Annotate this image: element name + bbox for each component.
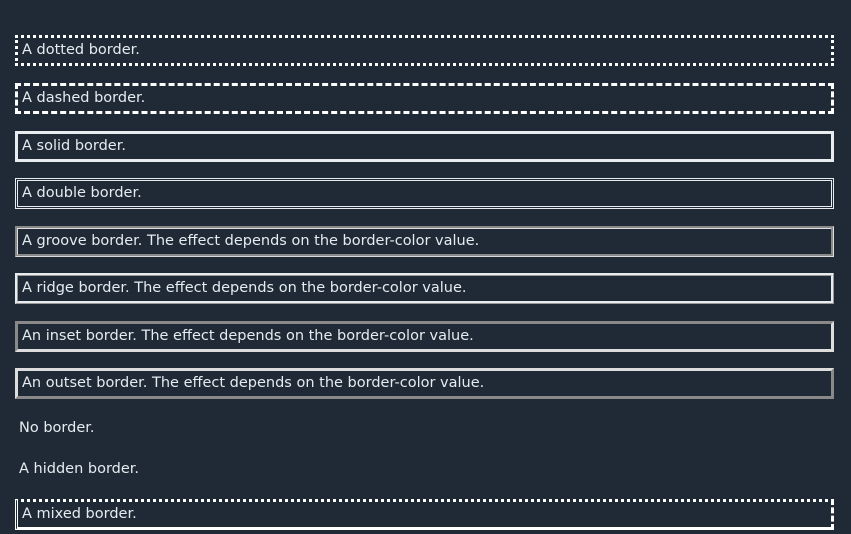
outset-border-box: An outset border. The effect depends on … — [15, 367, 834, 399]
ridge-border-text: A ridge border. The effect depends on th… — [22, 279, 467, 296]
groove-border-text: A groove border. The effect depends on t… — [22, 232, 480, 249]
no-border-text: No border. — [19, 419, 95, 436]
hidden-border-text: A hidden border. — [19, 460, 140, 477]
dashed-border-text: A dashed border. — [22, 89, 146, 106]
no-border-box: No border. — [15, 413, 834, 444]
groove-border-box: A groove border. The effect depends on t… — [15, 225, 834, 257]
ridge-border-box: A ridge border. The effect depends on th… — [15, 272, 834, 304]
page: A dotted border. A dashed border. A soli… — [0, 0, 851, 534]
inset-border-box: An inset border. The effect depends on t… — [15, 320, 834, 352]
double-border-box: A double border. — [15, 177, 834, 209]
mixed-border-text: A mixed border. — [22, 505, 137, 522]
double-border-text: A double border. — [22, 184, 142, 201]
solid-border-text: A solid border. — [22, 137, 126, 154]
dotted-border-box: A dotted border. — [15, 34, 834, 66]
inset-border-text: An inset border. The effect depends on t… — [22, 327, 474, 344]
dashed-border-box: A dashed border. — [15, 82, 834, 114]
solid-border-box: A solid border. — [15, 130, 834, 162]
outset-border-text: An outset border. The effect depends on … — [22, 374, 485, 391]
hidden-border-box: A hidden border. — [15, 454, 834, 485]
mixed-border-box: A mixed border. — [15, 498, 834, 530]
dotted-border-text: A dotted border. — [22, 41, 140, 58]
